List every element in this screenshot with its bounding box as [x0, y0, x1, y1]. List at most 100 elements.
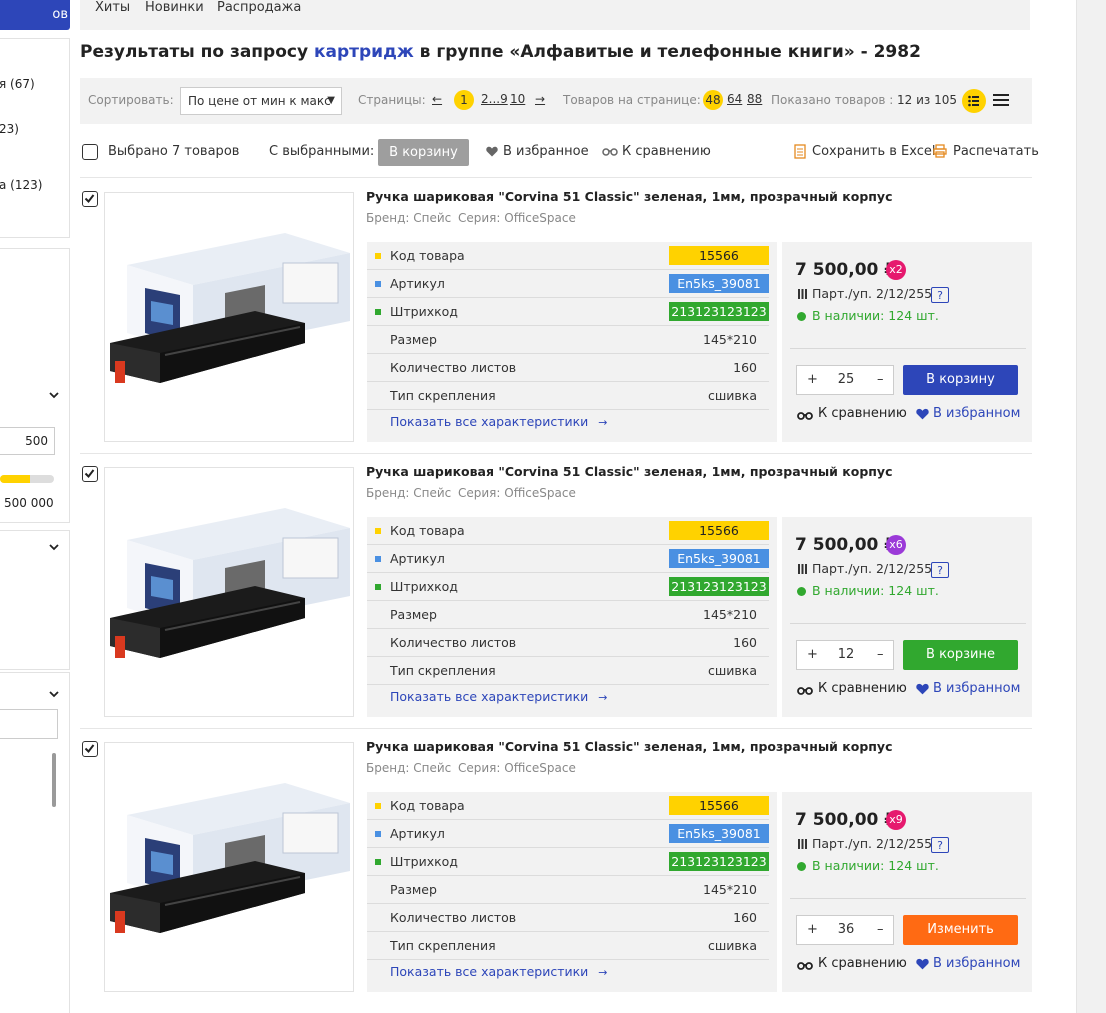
scrollbar-thumb[interactable] [52, 753, 56, 807]
listing-toolbar: Сортировать: По цене от мин к макс ▼ Стра… [80, 78, 1032, 124]
filter-search-input[interactable] [0, 709, 58, 739]
pack-info: Парт./уп. 2/12/255 [812, 286, 933, 301]
spec-separator [367, 684, 769, 685]
divider [790, 348, 1026, 349]
show-all-specs-link[interactable]: Показать все характеристики → [390, 689, 608, 704]
page-link-10[interactable]: 10 [510, 92, 525, 106]
product-title[interactable]: Ручка шариковая "Corvina 51 Classic" зел… [366, 464, 892, 479]
quantity-stepper[interactable]: 12 + – [796, 640, 894, 670]
spec-row: Размер 145*210 [367, 876, 777, 904]
product-image [110, 508, 350, 658]
stock-status-dot [797, 862, 806, 871]
next-page-arrow[interactable]: → [535, 92, 545, 106]
save-excel-link[interactable]: Сохранить в Excel [812, 144, 936, 159]
spec-label: Код товара [390, 248, 465, 263]
compare-link[interactable]: К сравнению [818, 406, 907, 421]
arrow-right-icon: → [598, 691, 608, 704]
increment-button[interactable]: + [807, 372, 818, 387]
help-icon[interactable]: ? [931, 287, 949, 303]
favorite-link[interactable]: В избранном [933, 681, 1020, 696]
compact-view-icon[interactable] [992, 93, 1010, 107]
bulk-compare-link[interactable]: К сравнению [622, 144, 711, 159]
product-brand: Бренд: Спейс [366, 761, 452, 775]
per-page-88[interactable]: 88 [747, 92, 762, 106]
spec-row: Тип скрепления сшивка [367, 932, 777, 960]
quantity-stepper[interactable]: 36 + – [796, 915, 894, 945]
nav-sale[interactable]: Распродажа [217, 0, 301, 15]
nav-hits[interactable]: Хиты [95, 0, 130, 15]
product-image-box[interactable] [104, 192, 354, 442]
product-image-box[interactable] [104, 467, 354, 717]
increment-button[interactable]: + [807, 922, 818, 937]
decrement-button[interactable]: – [877, 647, 884, 662]
price-to-input[interactable]: 500 000 [0, 427, 55, 455]
decrement-button[interactable]: – [877, 372, 884, 387]
page-link-range[interactable]: 2...9 [481, 92, 508, 106]
add-to-cart-button[interactable]: Изменить [903, 915, 1018, 945]
add-to-cart-button[interactable]: В корзину [903, 365, 1018, 395]
bulk-favorites-link[interactable]: В избранное [503, 144, 589, 159]
divider [80, 177, 1032, 178]
product-brand: Бренд: Спейс [366, 486, 452, 500]
spec-row: Количество листов 160 [367, 629, 777, 657]
spec-row: Артикул En5ks_39081 [367, 270, 777, 298]
spec-label: Количество листов [390, 635, 517, 650]
product-image-box[interactable] [104, 742, 354, 992]
per-page-64[interactable]: 64 [727, 92, 742, 106]
sort-select[interactable]: По цене от мин к макс ▼ [180, 87, 342, 115]
pack-bars-icon [798, 288, 807, 303]
search-query-link[interactable]: картридж [314, 42, 414, 62]
spec-value: сшивка [707, 388, 757, 403]
product-series: Серия: OfficeSpace [458, 211, 576, 225]
filter-panel-price: 500 000 500 000 [0, 248, 70, 734]
filter-item[interactable]: 23) [0, 122, 19, 136]
chevron-down-icon[interactable] [49, 390, 59, 400]
nav-new[interactable]: Новинки [145, 0, 204, 15]
filter-item[interactable]: я (67) [0, 77, 35, 91]
filter-panel-3 [0, 530, 70, 670]
print-link[interactable]: Распечатать [953, 144, 1039, 159]
spec-label: Артикул [390, 551, 445, 566]
spec-value: 145*210 [703, 332, 757, 347]
show-all-specs-link[interactable]: Показать все характеристики → [390, 964, 608, 979]
price-slider-track[interactable] [0, 475, 54, 483]
chevron-down-icon[interactable] [49, 542, 59, 552]
multiplier-badge: x2 [886, 260, 906, 280]
product-checkbox[interactable] [82, 191, 98, 207]
help-icon[interactable]: ? [931, 562, 949, 578]
list-view-icon[interactable] [962, 89, 986, 113]
shown-value: 12 из 105 [897, 93, 957, 107]
increment-button[interactable]: + [807, 647, 818, 662]
chevron-down-icon[interactable] [49, 689, 59, 699]
spec-dot [375, 556, 381, 562]
spec-box: Код товара 15566 Артикул En5ks_39081 Штрихко… [367, 517, 777, 717]
shown-label: Показано товаров : [771, 93, 894, 107]
per-page-48[interactable]: 48 [703, 90, 723, 110]
filter-item[interactable]: а (123) [0, 178, 42, 192]
stock-status: В наличии: 124 шт. [812, 583, 939, 598]
page-scrollbar[interactable] [1076, 0, 1106, 1013]
glasses-icon [797, 409, 813, 424]
bulk-cart-button[interactable]: В корзину [378, 139, 469, 166]
product-title[interactable]: Ручка шариковая "Corvina 51 Classic" зел… [366, 739, 892, 754]
compare-link[interactable]: К сравнению [818, 681, 907, 696]
decrement-button[interactable]: – [877, 922, 884, 937]
heart-icon [916, 683, 929, 699]
price-box: 7 500,00 ₽ x2 Парт./уп. 2/12/255? В наличии… [782, 242, 1032, 442]
help-icon[interactable]: ? [931, 837, 949, 853]
price-box: 7 500,00 ₽ x9 Парт./уп. 2/12/255? В наличии… [782, 792, 1032, 992]
quantity-stepper[interactable]: 25 + – [796, 365, 894, 395]
per-page-label: Товаров на странице: [563, 93, 701, 107]
compare-link[interactable]: К сравнению [818, 956, 907, 971]
favorite-link[interactable]: В избранном [933, 406, 1020, 421]
prev-page-arrow[interactable]: ← [432, 92, 442, 106]
add-to-cart-button[interactable]: В корзине [903, 640, 1018, 670]
favorite-link[interactable]: В избранном [933, 956, 1020, 971]
product-checkbox[interactable] [82, 466, 98, 482]
catalog-button[interactable]: ов [0, 0, 70, 30]
product-checkbox[interactable] [82, 741, 98, 757]
product-title[interactable]: Ручка шариковая "Corvina 51 Classic" зел… [366, 189, 892, 204]
spec-row: Код товара 15566 [367, 792, 777, 820]
show-all-specs-link[interactable]: Показать все характеристики → [390, 414, 608, 429]
select-all-checkbox[interactable] [82, 144, 98, 160]
